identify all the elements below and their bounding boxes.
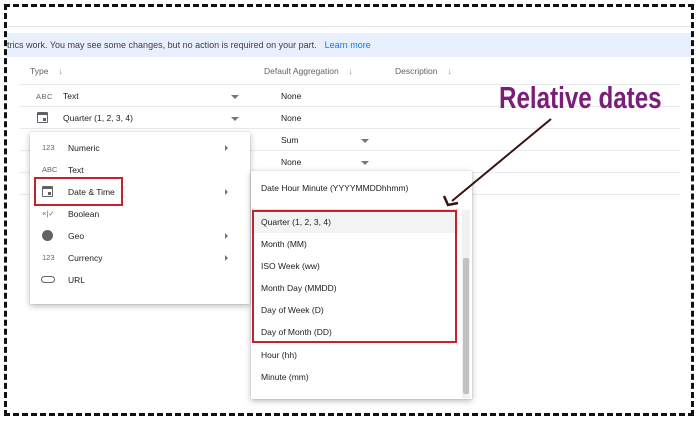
callout-arrow-icon (442, 118, 552, 207)
relative-dates-callout: Relative dates (499, 80, 662, 115)
